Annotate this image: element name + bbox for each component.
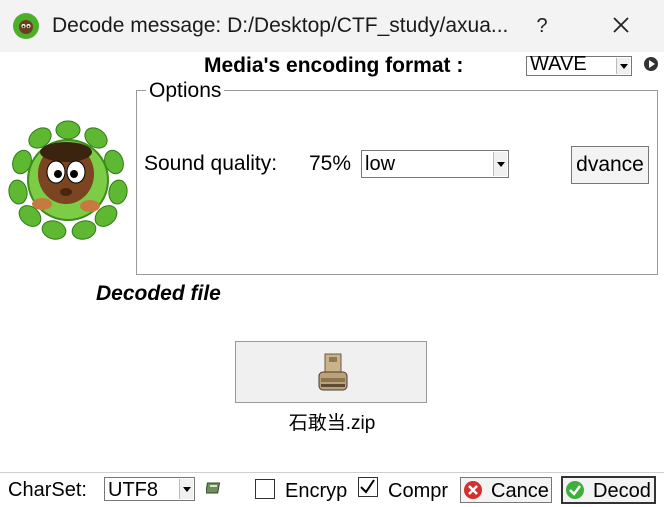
cancel-button[interactable]: Cance — [460, 477, 552, 503]
cancel-icon — [464, 481, 482, 499]
check-icon — [566, 481, 584, 499]
encrypt-label: Encryp — [285, 480, 347, 502]
sound-quality-select[interactable]: low — [361, 150, 509, 178]
title-bar: Decode message: D:/Desktop/CTF_study/axu… — [0, 0, 664, 53]
charset-select[interactable]: UTF8 — [104, 477, 195, 501]
book-icon[interactable] — [206, 480, 222, 496]
decoded-file-button[interactable] — [235, 341, 427, 403]
sound-quality-select-value: low — [365, 153, 396, 175]
checkmark-icon — [360, 479, 375, 494]
close-icon[interactable] — [604, 10, 638, 42]
chevron-down-icon[interactable] — [616, 58, 630, 74]
dialog-content: Media's encoding format : WAVE Options S… — [0, 52, 664, 507]
decode-button[interactable]: Decod — [561, 476, 656, 504]
charset-select-value: UTF8 — [108, 479, 158, 501]
encoding-format-value: WAVE — [530, 53, 587, 75]
encoding-format-select[interactable]: WAVE — [526, 53, 632, 76]
jungle-kid-icon — [8, 120, 128, 240]
decoded-file-name: 石敢当.zip — [288, 413, 376, 434]
cancel-label: Cance — [491, 480, 549, 502]
help-button[interactable]: ? — [528, 12, 556, 40]
app-icon — [13, 13, 39, 39]
decode-label: Decod — [593, 480, 651, 502]
advance-button[interactable]: dvance — [571, 146, 649, 184]
sound-quality-label: Sound quality: — [144, 152, 278, 175]
play-icon[interactable] — [644, 57, 658, 71]
charset-label: CharSet: — [8, 479, 87, 501]
bottom-toolbar: CharSet: UTF8 Encryp Compr Cance Decod — [0, 472, 664, 507]
compress-label: Compr — [388, 480, 449, 502]
sound-quality-value: 75% — [309, 152, 352, 175]
options-legend: Options — [146, 79, 225, 103]
decoded-file-label: Decoded file — [96, 282, 221, 305]
chevron-down-icon[interactable] — [179, 479, 193, 499]
encoding-format-label: Media's encoding format : — [204, 54, 464, 77]
encrypt-checkbox[interactable] — [255, 479, 275, 499]
chevron-down-icon[interactable] — [493, 152, 507, 176]
compress-checkbox[interactable] — [358, 477, 378, 497]
window-title: Decode message: D:/Desktop/CTF_study/axu… — [52, 14, 509, 37]
archive-box-icon — [318, 353, 348, 391]
